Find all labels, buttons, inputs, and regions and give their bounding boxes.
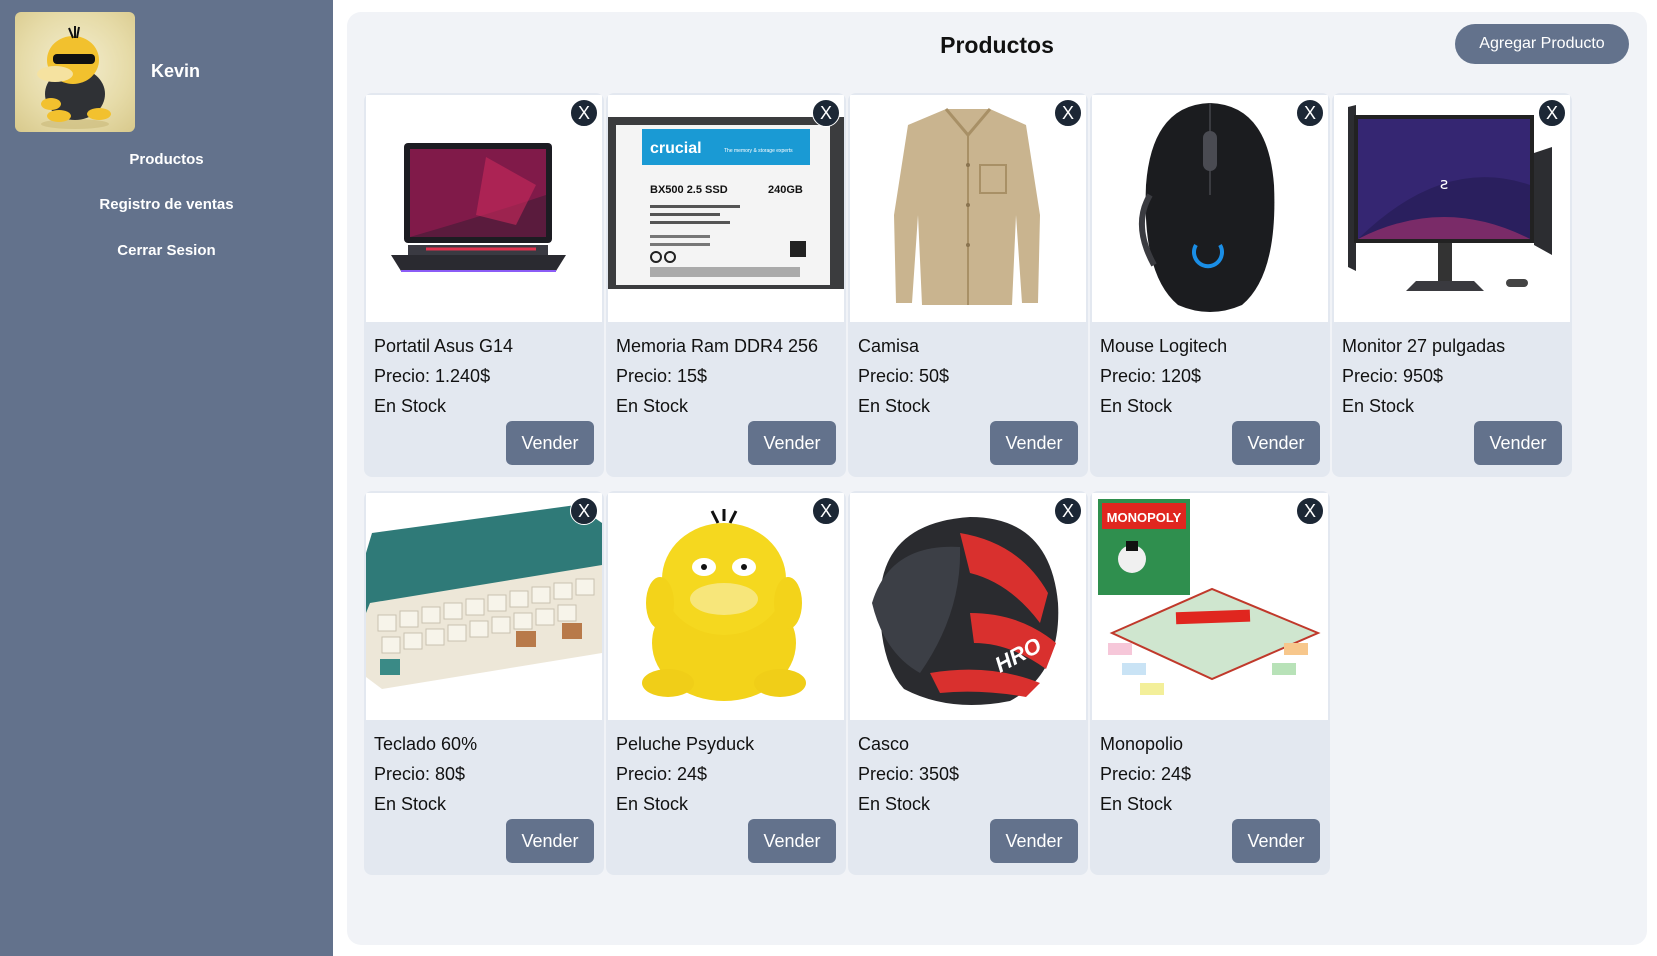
close-icon: X: [1545, 102, 1558, 123]
product-card: X Peluche Psyduck Precio: 24$ En Stock V…: [606, 491, 846, 875]
delete-button[interactable]: X: [1296, 99, 1324, 127]
product-price: Precio: 80$: [374, 764, 466, 784]
product-card: X Teclado 60% Precio: 80$ En Stock Vende…: [364, 491, 604, 875]
delete-button[interactable]: X: [1538, 99, 1566, 127]
psyduck-avatar-icon: [37, 26, 111, 129]
product-price: Precio: 24$: [1100, 764, 1192, 784]
close-icon: X: [577, 102, 590, 123]
sell-button[interactable]: Vender: [506, 819, 594, 863]
add-product-button[interactable]: Agregar Producto: [1455, 24, 1629, 64]
product-price: Precio: 350$: [858, 764, 960, 784]
product-price: Precio: 15$: [616, 366, 708, 386]
close-icon: X: [577, 500, 590, 521]
product-stock: En Stock: [1342, 396, 1415, 416]
avatar[interactable]: [15, 12, 135, 132]
delete-button[interactable]: X: [812, 99, 840, 127]
delete-button[interactable]: X: [812, 497, 840, 525]
close-icon: X: [1061, 102, 1074, 123]
user-name: Kevin: [151, 61, 201, 81]
sidebar: Kevin Productos Registro de ventas Cerra…: [0, 0, 333, 956]
mouse-image: [1092, 95, 1328, 322]
sell-button[interactable]: Vender: [1232, 819, 1320, 863]
product-name: Camisa: [858, 336, 920, 356]
product-stock: En Stock: [858, 794, 931, 814]
sell-button[interactable]: Vender: [990, 819, 1078, 863]
sell-button[interactable]: Vender: [990, 421, 1078, 465]
product-price: Precio: 1.240$: [374, 366, 491, 386]
nav-item-cerrar-sesion[interactable]: Cerrar Sesion: [0, 242, 333, 259]
main-panel: Productos Agregar Producto X Portatil As…: [347, 12, 1647, 945]
product-card: X Camisa Precio: 50$ En Stock Vender: [848, 93, 1088, 477]
close-icon: X: [819, 102, 832, 123]
ssd-capacity-label: 240GB: [768, 184, 803, 196]
page-title: Productos: [940, 32, 1054, 58]
product-stock: En Stock: [374, 396, 447, 416]
plush-image: [608, 493, 844, 720]
delete-button[interactable]: X: [1054, 497, 1082, 525]
keyboard-image: [366, 493, 602, 720]
nav-item-productos[interactable]: Productos: [0, 151, 333, 168]
monitor-image: ƨ: [1334, 95, 1570, 322]
delete-button[interactable]: X: [1054, 99, 1082, 127]
box-brand-label: MONOPOLY: [1107, 510, 1182, 525]
product-name: Monopolio: [1100, 734, 1184, 754]
product-stock: En Stock: [858, 396, 931, 416]
product-name: Peluche Psyduck: [616, 734, 755, 754]
close-icon: X: [819, 500, 832, 521]
close-icon: X: [1303, 500, 1316, 521]
benq-zowie-logo-icon: ƨ: [1440, 174, 1448, 193]
product-name: Mouse Logitech: [1100, 336, 1228, 356]
product-card: HRO X Casco Precio: 350$ En Stock Vender: [848, 491, 1088, 875]
nav-item-registro-ventas[interactable]: Registro de ventas: [0, 196, 333, 213]
sell-button[interactable]: Vender: [1474, 421, 1562, 465]
product-card: X Portatil Asus G14 Precio: 1.240$ En St…: [364, 93, 604, 477]
delete-button[interactable]: X: [1296, 497, 1324, 525]
sell-button[interactable]: Vender: [1232, 421, 1320, 465]
product-card: ƨ X Monitor 27 pulgadas Precio: 950$ En …: [1332, 93, 1572, 477]
shirt-image: [850, 95, 1086, 322]
ssd-image: crucial The memory & storage experts BX5…: [608, 95, 844, 322]
sell-button[interactable]: Vender: [506, 421, 594, 465]
product-card: MONOPOLY X Monopolio Precio: 24$ En Stoc…: [1090, 491, 1330, 875]
boardgame-image: MONOPOLY: [1092, 493, 1328, 720]
laptop-image: [366, 95, 602, 322]
close-icon: X: [1061, 500, 1074, 521]
product-card: X Mouse Logitech Precio: 120$ En Stock V…: [1090, 93, 1330, 477]
ssd-brand-label: crucial: [650, 140, 702, 157]
delete-button[interactable]: X: [570, 497, 598, 525]
product-stock: En Stock: [374, 794, 447, 814]
product-name: Monitor 27 pulgadas: [1342, 336, 1506, 356]
product-price: Precio: 24$: [616, 764, 708, 784]
product-name: Teclado 60%: [374, 734, 478, 754]
product-price: Precio: 50$: [858, 366, 950, 386]
ssd-tagline-label: The memory & storage experts: [724, 148, 793, 154]
product-name: Portatil Asus G14: [374, 336, 514, 356]
product-stock: En Stock: [616, 794, 689, 814]
helmet-image: HRO: [850, 493, 1086, 720]
product-price: Precio: 120$: [1100, 366, 1202, 386]
product-stock: En Stock: [616, 396, 689, 416]
close-icon: X: [1303, 102, 1316, 123]
product-name: Memoria Ram DDR4 256: [616, 336, 819, 356]
sell-button[interactable]: Vender: [748, 421, 836, 465]
product-stock: En Stock: [1100, 794, 1173, 814]
product-price: Precio: 950$: [1342, 366, 1444, 386]
product-name: Casco: [858, 734, 910, 754]
product-stock: En Stock: [1100, 396, 1173, 416]
ssd-model-label: BX500 2.5 SSD: [650, 184, 728, 196]
sell-button[interactable]: Vender: [748, 819, 836, 863]
delete-button[interactable]: X: [570, 99, 598, 127]
product-card: crucial The memory & storage experts BX5…: [606, 93, 846, 477]
